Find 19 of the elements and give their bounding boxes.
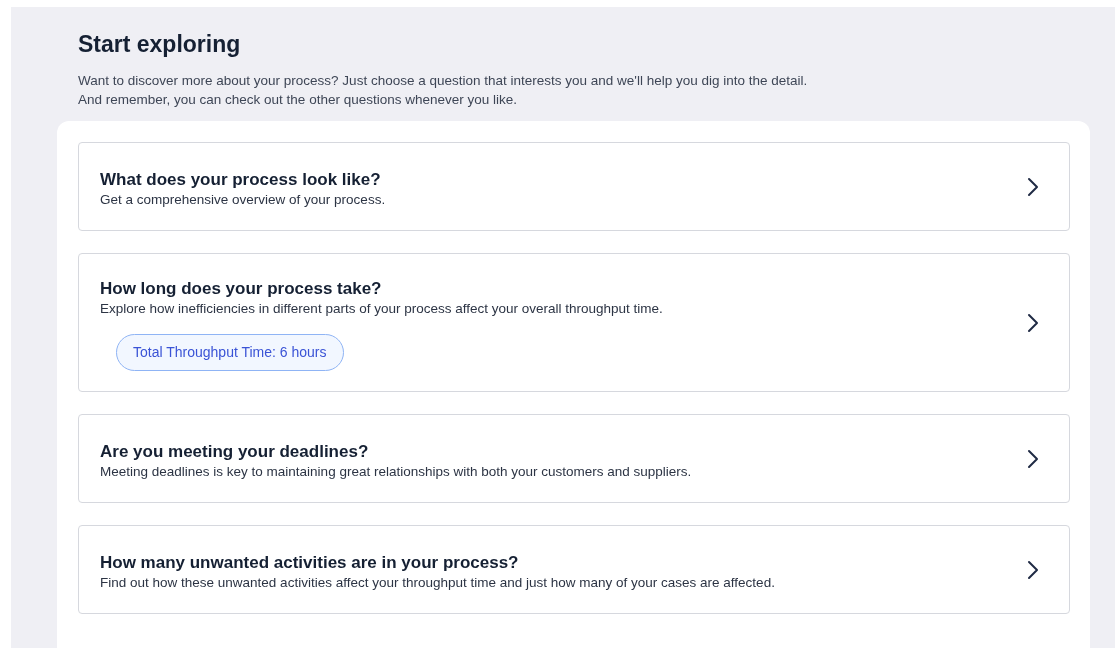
chevron-right-icon xyxy=(1027,176,1039,197)
question-description: Meeting deadlines is key to maintaining great relationships with both your customers and suppliers. xyxy=(100,462,693,481)
question-card[interactable]: What does your process look like? Get a comprehensive overview of your process. xyxy=(78,142,1070,231)
question-description: Explore how inefficiencies in different parts of your process affect your overall throughput time. xyxy=(100,300,664,318)
question-title: How many unwanted activities are in your process? xyxy=(100,551,520,574)
question-description: Get a comprehensive overview of your process. xyxy=(100,190,387,209)
chevron-right-icon xyxy=(1027,448,1039,469)
chevron-right-icon xyxy=(1027,559,1039,580)
question-title: How long does your process take? xyxy=(100,278,383,300)
intro-text: Want to discover more about your process? Just choose a question that interests you and we'll help you dig into the detail. And remember, you can check out the other questions whenever you like. xyxy=(78,72,809,109)
question-card[interactable]: How long does your process take? Explore how inefficiencies in different parts of your process affect your overall throughput time. Total Throughput Time: 6 hours xyxy=(78,253,1070,392)
section-heading: Start exploring xyxy=(77,30,242,58)
question-card[interactable]: How many unwanted activities are in your process? Find out how these unwanted activities affect your throughput time and just how many of your cases are affected. xyxy=(78,525,1070,614)
chevron-right-icon xyxy=(1027,312,1039,333)
question-description: Find out how these unwanted activities affect your throughput time and just how many of your cases are affected. xyxy=(100,573,776,592)
question-card[interactable]: Are you meeting your deadlines? Meeting deadlines is key to maintaining great relationships with both your customers and suppliers. xyxy=(78,414,1070,503)
question-title: What does your process look like? xyxy=(100,168,382,191)
question-title: Are you meeting your deadlines? xyxy=(100,440,370,463)
throughput-time-pill: Total Throughput Time: 6 hours xyxy=(116,334,344,371)
